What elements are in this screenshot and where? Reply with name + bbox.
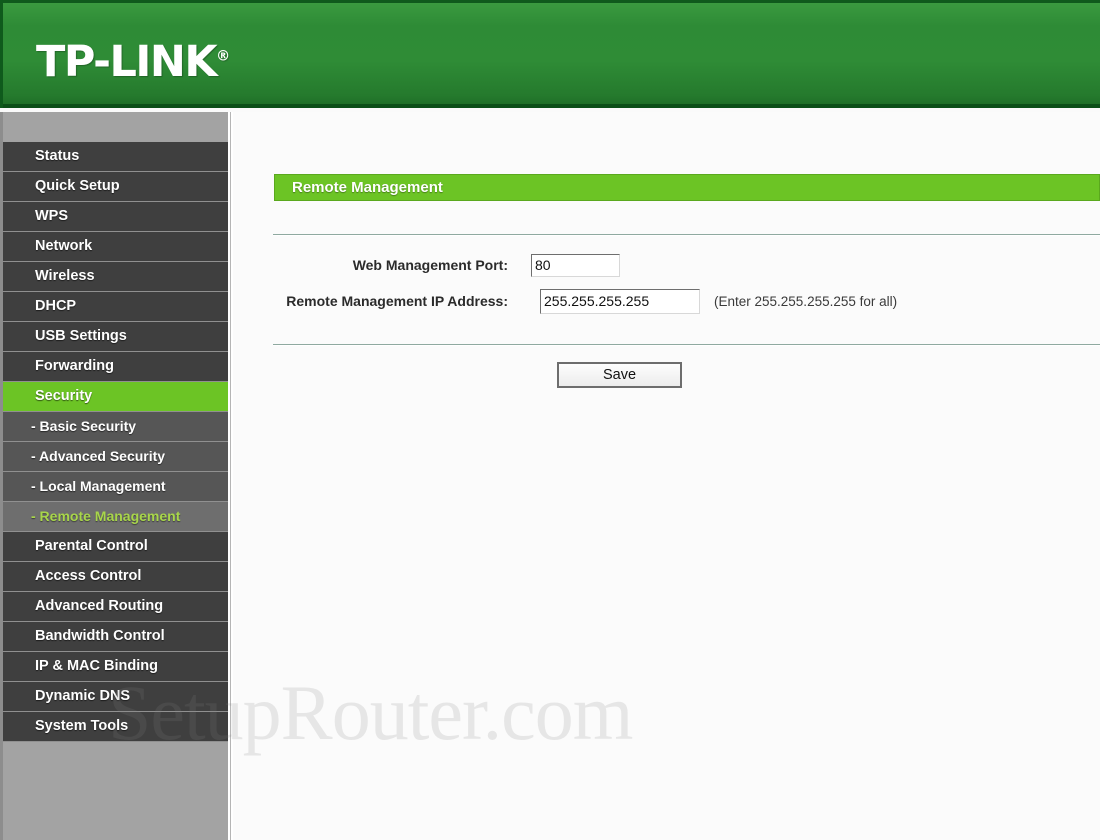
panel-title-bar: Remote Management (274, 174, 1100, 201)
page-title: Remote Management (292, 179, 443, 196)
sidebar-item-usb-settings[interactable]: USB Settings (3, 322, 228, 352)
sidebar-navigation: Status Quick Setup WPS Network Wireless DHCP U… (0, 112, 228, 840)
sidebar-item-advanced-routing[interactable]: Advanced Routing (3, 592, 228, 622)
sidebar-item-parental-control[interactable]: Parental Control (3, 532, 228, 562)
sidebar-item-basic-security[interactable]: - Basic Security (3, 412, 228, 442)
sidebar-item-dhcp[interactable]: DHCP (3, 292, 228, 322)
sidebar-item-network[interactable]: Network (3, 232, 228, 262)
sidebar-top-spacer (3, 112, 228, 142)
sidebar-item-remote-management[interactable]: - Remote Management (3, 502, 228, 532)
sidebar-item-forwarding[interactable]: Forwarding (3, 352, 228, 382)
sidebar-item-dynamic-dns[interactable]: Dynamic DNS (3, 682, 228, 712)
web-management-port-label: Web Management Port: (352, 257, 508, 273)
router-admin-page: TP-LINK® Status Quick Setup WPS Network Wire… (0, 0, 1100, 840)
sidebar-item-quick-setup[interactable]: Quick Setup (3, 172, 228, 202)
button-row: Save (233, 362, 1100, 388)
registered-trademark-icon: ® (216, 48, 231, 65)
sidebar-item-access-control[interactable]: Access Control (3, 562, 228, 592)
sidebar-menu: Status Quick Setup WPS Network Wireless DHCP U… (3, 142, 228, 742)
sidebar-item-status[interactable]: Status (3, 142, 228, 172)
sidebar-item-local-management[interactable]: - Local Management (3, 472, 228, 502)
sidebar-item-wireless[interactable]: Wireless (3, 262, 228, 292)
sidebar-item-security[interactable]: Security (3, 382, 228, 412)
brand-name: TP-LINK (36, 37, 218, 87)
web-management-port-row: Web Management Port: (233, 252, 1100, 278)
sidebar-item-wps[interactable]: WPS (3, 202, 228, 232)
sidebar-item-advanced-security[interactable]: - Advanced Security (3, 442, 228, 472)
remote-management-ip-input[interactable] (540, 288, 700, 314)
tp-link-logo: TP-LINK® (36, 37, 230, 87)
main-content: Remote Management Web Management Port: R… (233, 112, 1100, 840)
remote-management-ip-hint: (Enter 255.255.255.255 for all) (714, 293, 898, 309)
divider-bottom (273, 344, 1100, 346)
divider-top (273, 234, 1100, 236)
sidebar-item-bandwidth-control[interactable]: Bandwidth Control (3, 622, 228, 652)
remote-management-ip-label: Remote Management IP Address: (286, 293, 508, 309)
remote-management-ip-row: Remote Management IP Address: (Enter 255… (233, 287, 1100, 315)
sidebar-item-ip-mac-binding[interactable]: IP & MAC Binding (3, 652, 228, 682)
web-management-port-input[interactable] (531, 253, 620, 277)
sidebar-item-system-tools[interactable]: System Tools (3, 712, 228, 742)
page-header: TP-LINK® (0, 0, 1100, 108)
save-button[interactable]: Save (557, 362, 682, 388)
